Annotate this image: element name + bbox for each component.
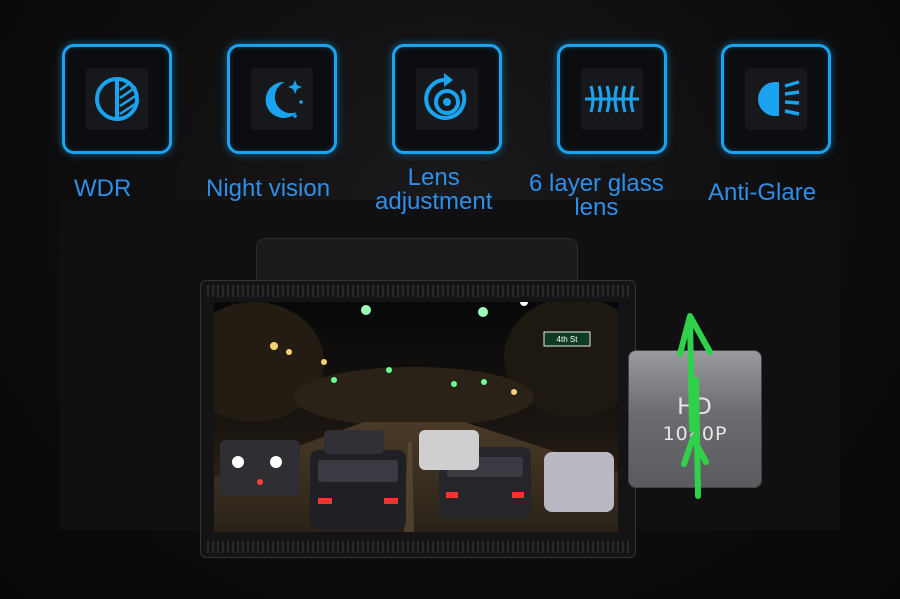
- anti-glare-icon: [745, 68, 807, 130]
- top-grille: [207, 285, 629, 297]
- dash-cam-mount: [256, 238, 578, 284]
- night-vision-icon: [251, 68, 313, 130]
- camera-screen: 4th St: [214, 302, 618, 532]
- feature-icon-box: [227, 44, 337, 154]
- glass-lens-icon: [581, 68, 643, 130]
- feature-label-line: Lens: [407, 164, 460, 191]
- feature-label-wdr: WDR: [74, 175, 132, 202]
- feature-label-line: lens: [574, 194, 619, 221]
- lens-adjustment-icon: [416, 68, 478, 130]
- street-sign-text: 4th St: [557, 335, 579, 344]
- feature-label-night-vision: Night vision: [206, 175, 331, 202]
- feature-label-glass-lens: 6 layer glass lens: [529, 172, 664, 220]
- feature-label-anti-glare: Anti-Glare: [708, 179, 817, 206]
- feature-icon-box: [557, 44, 667, 154]
- wdr-icon: [86, 68, 148, 130]
- feature-icon-box: [62, 44, 172, 154]
- feature-icon-box: [392, 44, 502, 154]
- green-arrows-icon: [677, 313, 713, 499]
- bottom-grille: [207, 541, 629, 553]
- feature-label-line: adjustment: [375, 188, 493, 215]
- feature-icon-box: [721, 44, 831, 154]
- feature-label-lens-adjustment: Lens adjustment: [375, 166, 492, 214]
- feature-label-line: 6 layer glass: [529, 170, 664, 197]
